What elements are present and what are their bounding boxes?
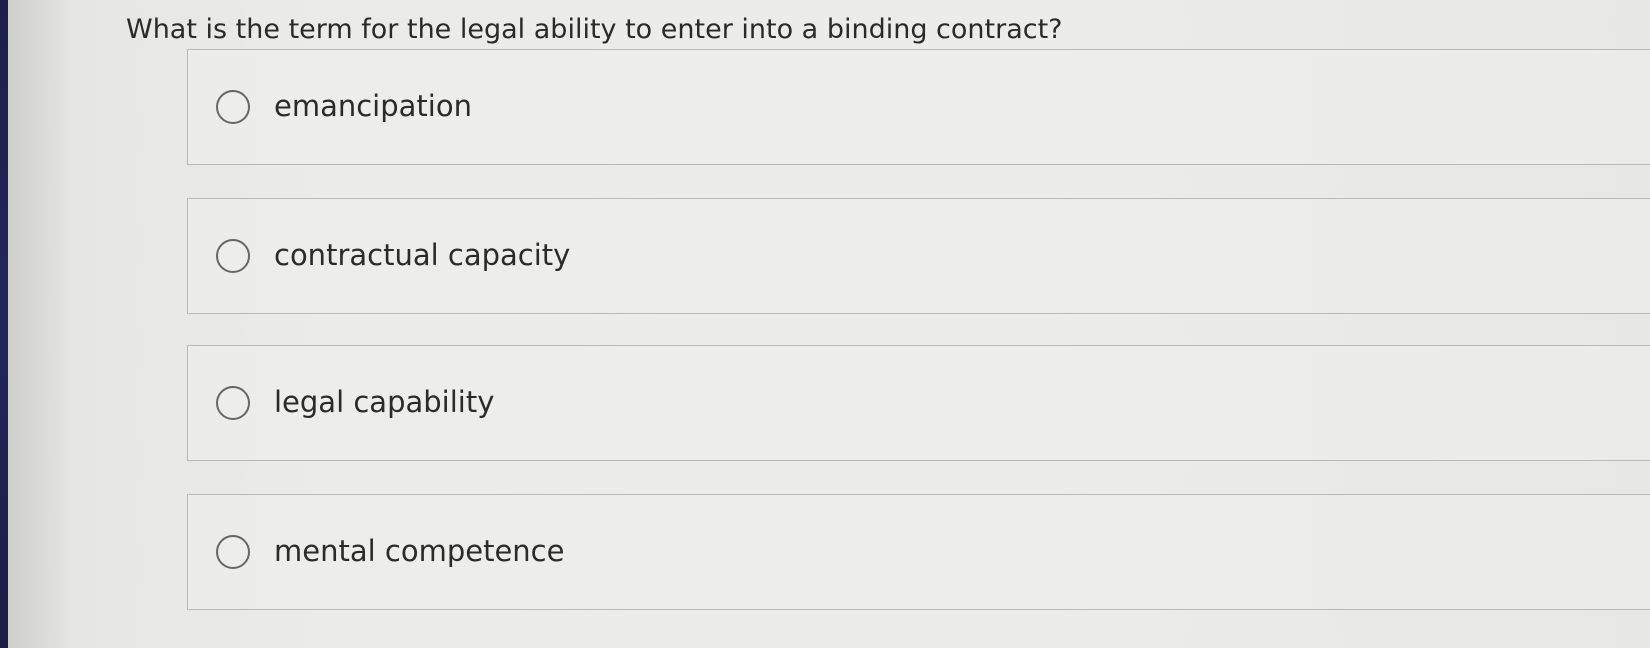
radio-button[interactable] — [216, 90, 250, 124]
option-legal-capability[interactable]: legal capability — [187, 345, 1650, 461]
radio-button[interactable] — [216, 386, 250, 420]
option-mental-competence[interactable]: mental competence — [187, 494, 1650, 610]
option-contractual-capacity[interactable]: contractual capacity — [187, 198, 1650, 314]
radio-button[interactable] — [216, 239, 250, 273]
radio-button[interactable] — [216, 535, 250, 569]
option-emancipation[interactable]: emancipation — [187, 49, 1650, 165]
option-label: emancipation — [274, 89, 472, 123]
option-label: legal capability — [274, 385, 495, 419]
answer-options: emancipation contractual capacity legal … — [0, 0, 1650, 648]
option-label: contractual capacity — [274, 238, 571, 272]
option-label: mental competence — [274, 534, 565, 568]
